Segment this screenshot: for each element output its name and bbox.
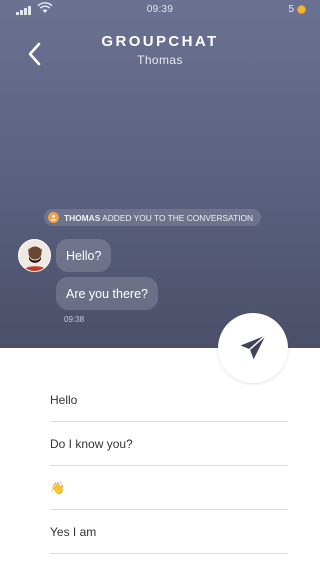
quick-reply-list: Hello Do I know you? 👋 Yes I am: [0, 348, 320, 568]
chat-area: 09:39 5 GROUPCHAT Thomas THOMAS ADDED YO…: [0, 0, 320, 348]
user-icon: [48, 212, 59, 223]
quick-reply-option[interactable]: Hello: [50, 378, 288, 422]
quick-reply-text: Yes I am: [50, 524, 97, 539]
quick-reply-option[interactable]: 👋: [50, 466, 288, 510]
coin-icon: [297, 5, 306, 14]
page-title: GROUPCHAT: [101, 33, 219, 50]
waving-hand-emoji: 👋: [50, 480, 65, 495]
system-message: THOMAS ADDED YOU TO THE CONVERSATION: [44, 209, 262, 226]
chevron-left-icon: [28, 42, 41, 66]
avatar: [18, 239, 51, 272]
coin-count: 5: [288, 4, 294, 15]
send-button[interactable]: [218, 313, 288, 383]
coin-counter: 5: [288, 4, 306, 15]
message-bubble: Hello?: [56, 239, 112, 272]
back-button[interactable]: [24, 40, 48, 68]
message-text: Are you there?: [66, 286, 148, 301]
quick-reply-option[interactable]: Do I know you?: [50, 422, 288, 466]
quick-reply-text: Hello: [50, 392, 78, 407]
page-subtitle: Thomas: [137, 53, 183, 67]
paper-plane-icon: [240, 334, 266, 360]
quick-reply-option[interactable]: Yes I am: [50, 510, 288, 554]
message-text: Hello?: [66, 248, 102, 263]
status-bar: 09:39 5: [0, 0, 320, 20]
message-bubble: Are you there?: [56, 277, 158, 310]
system-message-text: ADDED YOU TO THE CONVERSATION: [102, 212, 254, 223]
system-message-user: THOMAS: [64, 212, 101, 223]
message-time: 09:38: [64, 315, 85, 324]
status-time: 09:39: [146, 4, 174, 15]
quick-reply-text: Do I know you?: [50, 436, 133, 451]
